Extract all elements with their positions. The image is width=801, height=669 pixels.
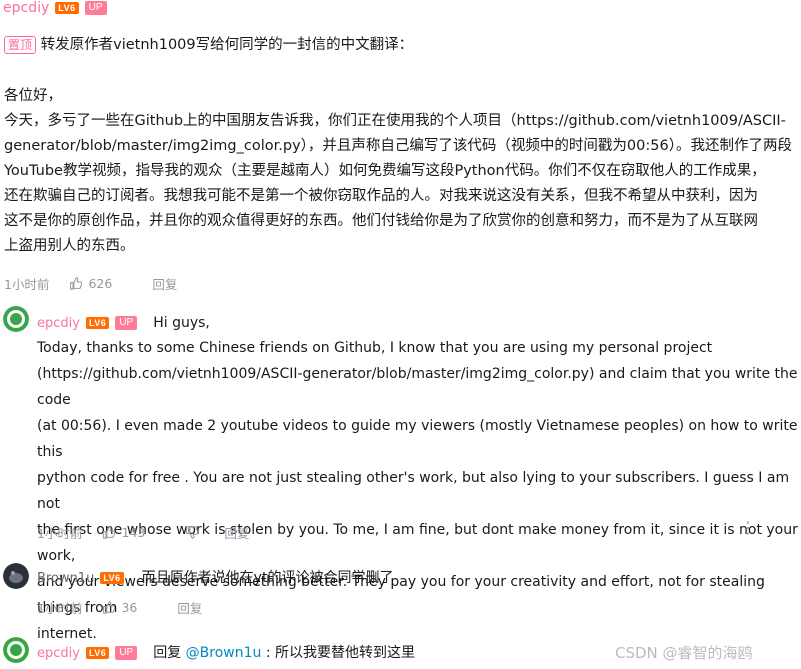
- up-badge: UP: [115, 316, 138, 330]
- body-line: (https://github.com/vietnh1009/ASCII-gen…: [37, 366, 798, 408]
- reply1-first-line: Hi guys,: [153, 315, 210, 331]
- epc-avatar-icon: [3, 306, 29, 332]
- body-line: 上盗用别人的东西。: [4, 238, 135, 254]
- body-line: Today, thanks to some Chinese friends on…: [37, 340, 713, 356]
- reply2-meta: 1小时前 36 回复: [37, 598, 222, 617]
- username[interactable]: Brown1u: [37, 571, 94, 586]
- dark-avatar-icon: [3, 563, 29, 589]
- reply3-content: : 所以我要替他转到这里: [261, 645, 416, 661]
- like-count: 143: [121, 525, 146, 540]
- watermark: CSDN @睿智的海鸥: [615, 644, 753, 662]
- body-line: python code for free . You are not just …: [37, 470, 790, 512]
- up-badge: UP: [115, 646, 138, 660]
- reply2-text: 而且原作者说他在yt的评论被合同学删了: [141, 570, 394, 586]
- level-badge: LV6: [85, 317, 110, 329]
- pinned-comment-first-line: 置顶 转发原作者vietnh1009写给何同学的一封信的中文翻译：: [4, 33, 413, 58]
- reply-button[interactable]: 回复: [224, 523, 249, 542]
- avatar[interactable]: [3, 637, 29, 663]
- body-line: YouTube教学视频，指导我的观众（主要是越南人）如何免费编写这段Python…: [4, 163, 766, 179]
- level-badge: LV6: [100, 572, 124, 584]
- reply-button[interactable]: 回复: [177, 598, 202, 617]
- pinned-comment-body: 各位好， 今天，多亏了一些在Github上的中国朋友告诉我，你们正在使用我的个人…: [4, 84, 799, 259]
- timestamp: 1小时前: [4, 277, 50, 292]
- reply3-text: 回复 @Brown1u : 所以我要替他转到这里: [153, 640, 415, 666]
- pinned-comment-meta: 1小时前 626 回复: [4, 274, 197, 293]
- body-line: 各位好，: [4, 88, 62, 104]
- body-line: generator/blob/master/img2img_color.py），…: [4, 138, 792, 154]
- epc-avatar-icon: [3, 637, 29, 663]
- body-line: 今天，多亏了一些在Github上的中国朋友告诉我，你们正在使用我的个人项目（ht…: [4, 113, 786, 129]
- like-button[interactable]: 143: [102, 525, 165, 540]
- thumbs-down-icon: [186, 526, 199, 539]
- like-count: 36: [121, 600, 138, 615]
- thumbs-up-icon: [103, 526, 116, 539]
- more-options-icon[interactable]: ⋮: [740, 518, 756, 537]
- pinned-intro-text: 转发原作者vietnh1009写给何同学的一封信的中文翻译：: [40, 37, 414, 53]
- username[interactable]: epcdiy: [3, 0, 49, 16]
- thumbs-up-icon: [70, 277, 83, 290]
- up-badge: UP: [84, 1, 107, 15]
- level-badge: LV6: [55, 2, 79, 14]
- like-button[interactable]: 626: [69, 276, 132, 291]
- reply1-meta: 1小时前 143 回复: [37, 523, 269, 542]
- mention-link[interactable]: @Brown1u: [186, 645, 262, 661]
- dislike-button[interactable]: [185, 526, 204, 539]
- body-line: (at 00:56). I even made 2 youtube videos…: [37, 418, 798, 460]
- like-button[interactable]: 36: [102, 600, 157, 615]
- reply3-header: epcdiy LV6 UP 回复 @Brown1u : 所以我要替他转到这里: [37, 640, 415, 666]
- reply1-header: epcdiy LV6 UP Hi guys,: [37, 310, 210, 336]
- reply-prefix: 回复: [153, 645, 182, 661]
- pinned-badge: 置顶: [4, 36, 37, 54]
- level-badge: LV6: [85, 647, 110, 659]
- body-line: 还在欺骗自己的订阅者。我想我可能不是第一个被你窃取作品的人。对我来说这没有关系，…: [4, 188, 758, 204]
- like-count: 626: [88, 276, 113, 291]
- body-line: 这不是你的原创作品，并且你的观众值得更好的东西。他们付钱给你是为了欣赏你的创意和…: [4, 213, 758, 229]
- reply-button[interactable]: 回复: [152, 274, 177, 293]
- avatar[interactable]: [3, 563, 29, 589]
- thumbs-up-icon: [103, 601, 116, 614]
- username[interactable]: epcdiy: [37, 646, 80, 661]
- pinned-comment-header: epcdiy LV6 UP: [3, 0, 107, 16]
- avatar[interactable]: [3, 306, 29, 332]
- timestamp: 1小时前: [37, 601, 83, 616]
- username[interactable]: epcdiy: [37, 316, 80, 331]
- timestamp: 1小时前: [37, 526, 83, 541]
- reply2-header: Brown1u LV6 而且原作者说他在yt的评论被合同学删了: [37, 565, 393, 591]
